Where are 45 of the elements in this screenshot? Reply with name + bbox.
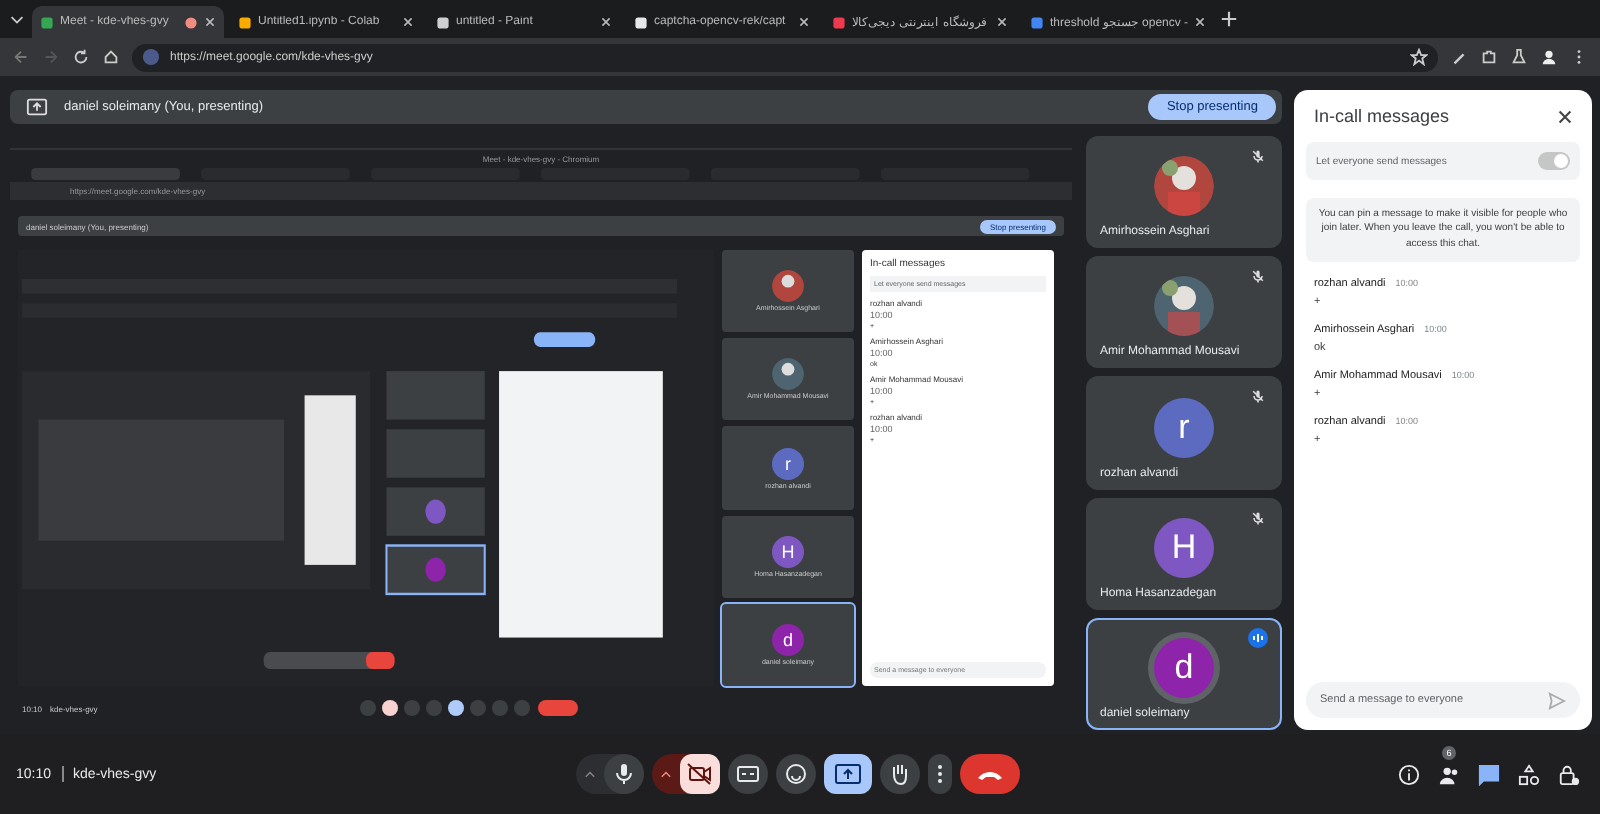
chat-icon[interactable] <box>1478 763 1500 785</box>
people-icon[interactable] <box>1438 763 1460 785</box>
info-icon[interactable] <box>1398 763 1420 785</box>
avatar: d <box>772 623 804 656</box>
more-options-icon[interactable] <box>928 754 952 794</box>
flask-icon[interactable] <box>1510 48 1528 66</box>
microphone-icon[interactable] <box>604 754 644 794</box>
close-icon[interactable] <box>402 16 414 28</box>
site-icon <box>634 15 648 29</box>
avatar: r <box>1154 397 1214 457</box>
reload-icon[interactable] <box>72 48 90 66</box>
home-icon[interactable] <box>102 48 120 66</box>
close-icon[interactable] <box>600 16 612 28</box>
close-icon[interactable] <box>996 16 1008 28</box>
emoji-icon[interactable] <box>776 754 816 794</box>
site-icon <box>436 15 450 29</box>
back-icon[interactable] <box>12 48 30 66</box>
captions-icon[interactable] <box>728 754 768 794</box>
lock-person-icon[interactable] <box>1558 763 1580 785</box>
site-icon <box>832 15 846 29</box>
pen-icon[interactable] <box>1450 48 1468 66</box>
shapes-icon[interactable] <box>1518 763 1540 785</box>
new-tab-icon[interactable] <box>1220 10 1238 28</box>
extensions-icon[interactable] <box>1480 48 1498 66</box>
avatar: r <box>772 447 804 479</box>
site-icon <box>40 15 54 29</box>
site-info-icon <box>142 48 160 66</box>
avatar: d <box>1154 637 1214 698</box>
end-call-icon[interactable] <box>960 754 1020 794</box>
close-icon[interactable] <box>204 16 216 28</box>
raise-hand-icon[interactable] <box>880 754 920 794</box>
panel-title: In-call messages <box>1314 106 1450 126</box>
site-icon <box>1030 15 1044 29</box>
star-icon[interactable] <box>1410 48 1428 66</box>
site-icon <box>238 15 252 29</box>
camera-off-icon[interactable] <box>680 754 720 794</box>
profile-icon[interactable] <box>1540 48 1558 66</box>
close-icon[interactable] <box>1194 16 1206 28</box>
close-icon[interactable] <box>798 16 810 28</box>
present-screen-icon[interactable] <box>824 754 872 794</box>
toggle-switch[interactable] <box>1538 152 1570 170</box>
present-screen-icon <box>26 96 48 118</box>
close-icon[interactable] <box>1556 107 1574 125</box>
avatar: H <box>772 535 804 568</box>
avatar: H <box>1154 517 1214 578</box>
